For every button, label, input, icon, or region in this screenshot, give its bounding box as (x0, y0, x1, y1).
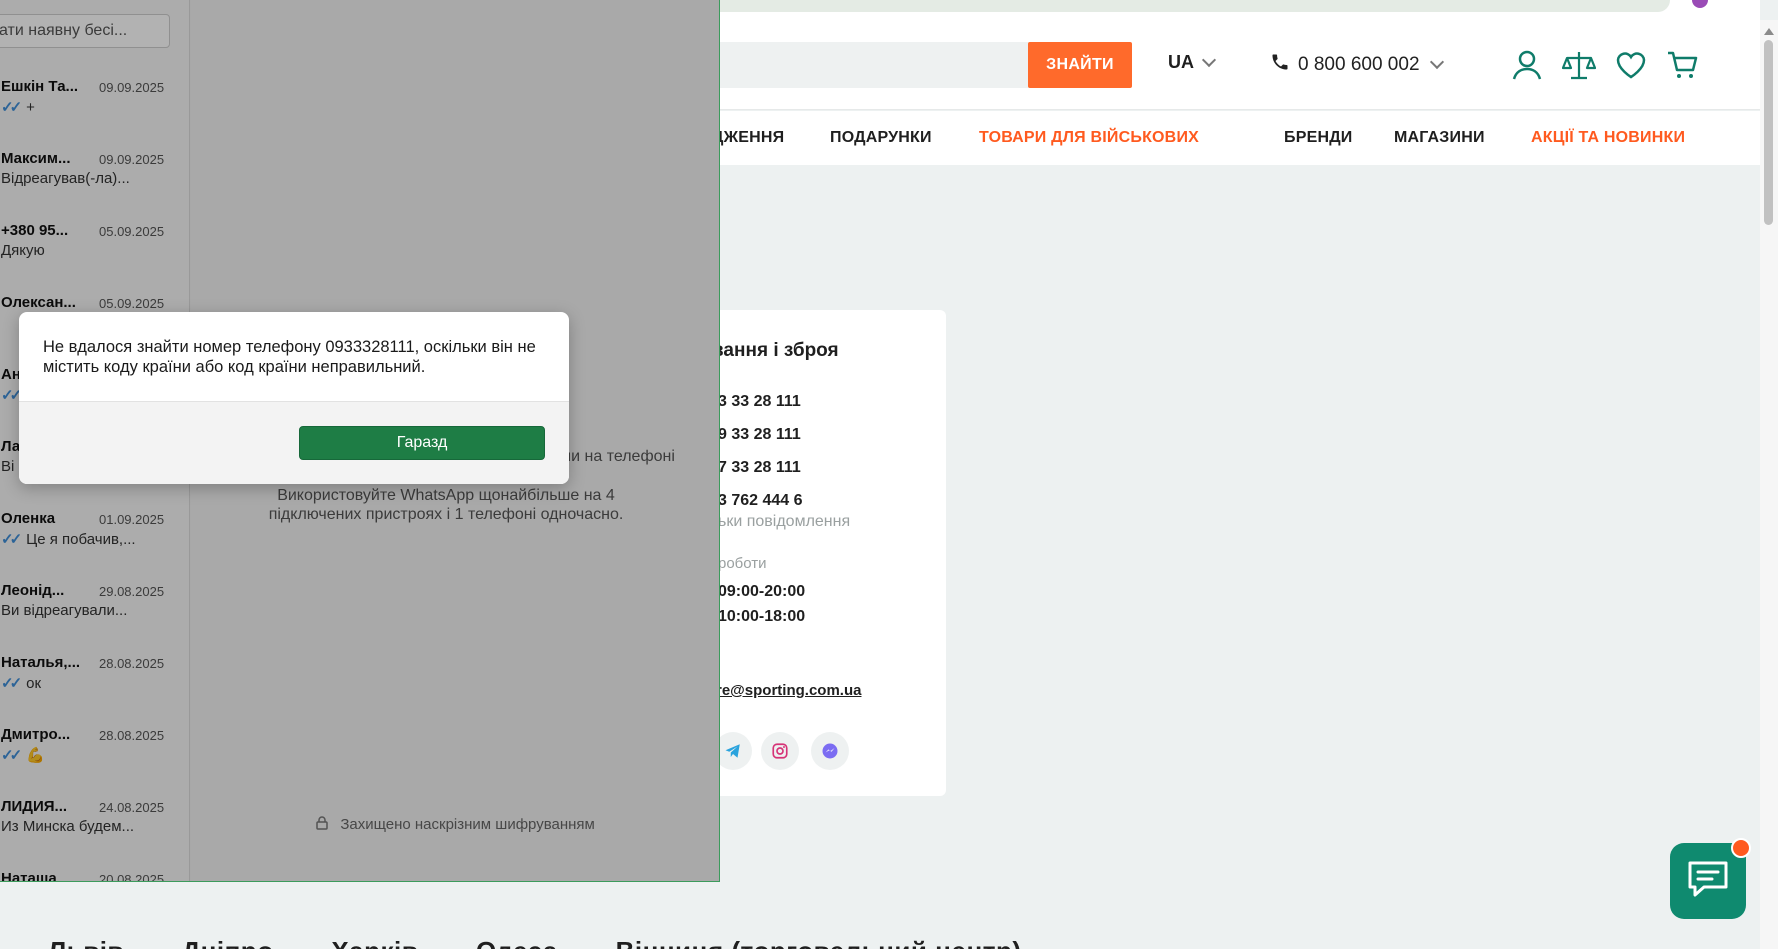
city-item[interactable]: Дніпро (182, 936, 274, 949)
compare-scales-icon[interactable] (1561, 48, 1597, 82)
nav-item-stores[interactable]: МАГАЗИНИ (1394, 129, 1485, 147)
chevron-down-icon (1201, 52, 1217, 67)
page-scrollbar[interactable] (1760, 20, 1778, 949)
nav-item-military[interactable]: ТОВАРИ ДЛЯ ВІЙСЬКОВИХ (979, 129, 1199, 147)
city-item[interactable]: Одеса (476, 936, 558, 949)
error-dialog: Не вдалося знайти номер телефону 0933328… (19, 312, 569, 484)
profile-avatar[interactable] (1692, 0, 1708, 8)
nav-item-sales[interactable]: АКЦІЇ ТА НОВИНКИ (1531, 129, 1685, 147)
city-item[interactable]: Харків (331, 936, 418, 949)
nav-item-0[interactable]: ДЖЕННЯ (712, 129, 784, 147)
scroll-up-arrow-icon[interactable] (1764, 28, 1774, 35)
whatsapp-window: ати наявну бесі... Ешкін Та... 09.09.2025… (0, 0, 720, 882)
phone-number: 0 800 600 002 (1298, 54, 1420, 75)
user-icon[interactable] (1510, 48, 1544, 82)
nav-item-gifts[interactable]: ПОДАРУНКИ (830, 129, 932, 147)
dialog-footer: Гаразд (19, 401, 569, 484)
nav-item-brands[interactable]: БРЕНДИ (1284, 129, 1353, 147)
city-list: Львів Дніпро Харків Одеса Вінниця (торго… (48, 936, 1072, 949)
phone-selector[interactable]: 0 800 600 002 (1270, 52, 1444, 78)
hours-label: роботи (718, 555, 767, 572)
chat-bubble-icon (1686, 859, 1730, 904)
dialog-message: Не вдалося знайти номер телефону 0933328… (43, 338, 536, 376)
language-selector[interactable]: UA (1168, 52, 1217, 73)
notification-badge (1731, 838, 1751, 858)
scrollbar-thumb[interactable] (1764, 40, 1773, 225)
city-item[interactable]: Львів (48, 936, 124, 949)
address-bar[interactable] (640, 0, 1670, 12)
messages-note: ьки повідомлення (718, 513, 851, 530)
chevron-down-icon (1429, 54, 1444, 70)
cart-icon[interactable] (1666, 48, 1700, 82)
contact-email[interactable]: re@sporting.com.ua (716, 682, 861, 699)
city-item[interactable]: Вінниця (торговельний центр) (616, 936, 1022, 949)
contact-phone[interactable]: 9 33 28 111 (718, 426, 801, 444)
contact-phone[interactable]: 7 33 28 111 (718, 459, 801, 477)
search-button[interactable]: ЗНАЙТИ (1028, 42, 1132, 88)
hours-weekend: 10:00-18:00 (718, 608, 806, 625)
language-label: UA (1168, 52, 1194, 72)
card-title: вання і зброя (712, 340, 839, 361)
instagram-icon[interactable] (761, 732, 799, 770)
ok-button[interactable]: Гаразд (299, 426, 545, 460)
heart-icon[interactable] (1614, 48, 1648, 82)
messenger-icon[interactable] (811, 732, 849, 770)
phone-icon (1270, 52, 1290, 78)
hours-weekday: 09:00-20:00 (718, 583, 806, 600)
contact-phone[interactable]: 3 762 444 6 (718, 492, 803, 510)
contact-phone[interactable]: 3 33 28 111 (718, 393, 801, 411)
